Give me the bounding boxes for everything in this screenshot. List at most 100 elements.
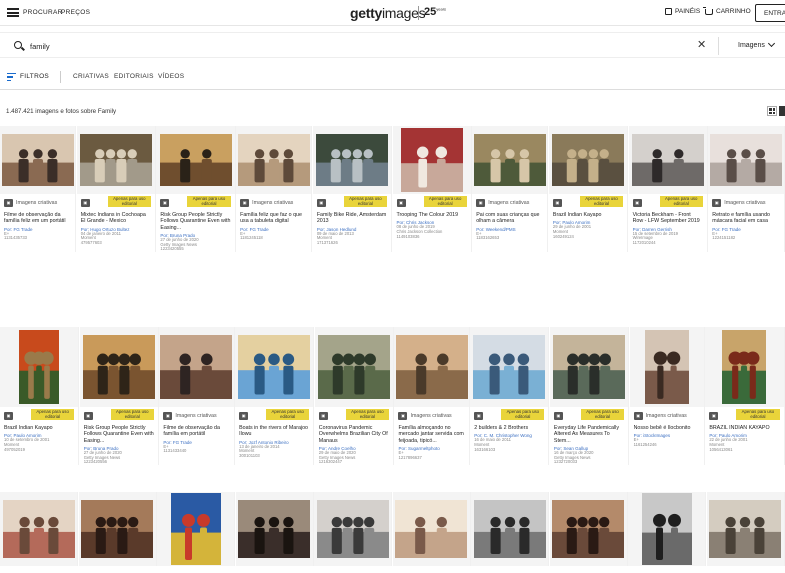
image-card[interactable]: [314, 492, 392, 566]
image-title[interactable]: Brazil Indian Kayapo: [4, 425, 74, 431]
image-thumbnail[interactable]: [549, 492, 627, 566]
cart-link[interactable]: CARRINHO: [703, 6, 751, 15]
menu-icon[interactable]: [7, 8, 19, 17]
image-card[interactable]: [157, 492, 235, 566]
chevron-down-icon[interactable]: [767, 39, 776, 48]
image-card[interactable]: ▣ Imagens criativas Pai com suas crianças …: [472, 126, 549, 253]
grid-view-icon[interactable]: [767, 106, 777, 116]
image-title[interactable]: Boats in the rivers of Marajoo Ilowu: [239, 425, 309, 438]
image-title[interactable]: Família almoçando no mercado jantar serv…: [398, 425, 464, 444]
image-card[interactable]: ▣ Apenas para uso editorial Brazil Indian …: [548, 126, 629, 253]
image-thumbnail[interactable]: [472, 126, 548, 194]
image-thumbnail[interactable]: [706, 492, 784, 566]
nav-link-procurar[interactable]: PROCURAR: [23, 9, 63, 16]
tab-editoriais[interactable]: EDITORIAIS: [114, 73, 154, 80]
image-card[interactable]: [78, 492, 157, 566]
image-card[interactable]: ▣ Imagens criativas Filme de observação da…: [0, 126, 77, 253]
image-title[interactable]: Victoria Beckham - Front Row - LFW Septe…: [633, 212, 703, 225]
image-card[interactable]: ▣ Imagens criativas Nosso bebê é Ilocbonit…: [629, 327, 705, 466]
image-thumbnail[interactable]: [471, 492, 548, 566]
image-title[interactable]: Brazil Indian Kayapo: [553, 212, 623, 218]
image-card[interactable]: [706, 492, 785, 566]
image-thumbnail[interactable]: [0, 327, 79, 407]
image-title[interactable]: Retrato e família usando máscara facial …: [712, 212, 779, 225]
image-thumbnail[interactable]: [159, 327, 234, 407]
image-card[interactable]: [628, 492, 706, 566]
image-thumbnail[interactable]: [157, 492, 234, 566]
gettyimages-logo[interactable]: gettyimages: [350, 5, 426, 21]
image-thumbnail[interactable]: [708, 126, 784, 194]
tab-criativas[interactable]: CRIATIVAS: [73, 73, 109, 80]
image-thumbnail[interactable]: [236, 126, 312, 194]
image-thumbnail[interactable]: [314, 327, 393, 407]
image-thumbnail[interactable]: [79, 327, 158, 407]
image-card[interactable]: [549, 492, 628, 566]
image-title[interactable]: Mixtec Indians in Cochoapa El Grande - M…: [81, 212, 151, 225]
image-title[interactable]: Trooping The Colour 2019: [397, 212, 467, 218]
image-card[interactable]: ▣ Apenas para uso editorial 2 builders & 2…: [470, 327, 550, 466]
image-card[interactable]: ▣ Imagens criativas Retrato e família usan…: [708, 126, 785, 253]
image-title[interactable]: BRAZIL INDIAN KAYAPO: [709, 425, 779, 431]
image-title[interactable]: Risk Group People Strictly Follows Quara…: [84, 425, 154, 444]
image-thumbnail[interactable]: [312, 126, 391, 194]
image-title[interactable]: 2 builders & 2 Brothers: [474, 425, 544, 431]
image-card[interactable]: ▣ Apenas para uso editorial Victoria Beckh…: [628, 126, 708, 253]
image-thumbnail[interactable]: [548, 126, 628, 194]
login-button[interactable]: ENTRAR: [755, 4, 785, 22]
image-card[interactable]: ▣ Apenas para uso editorial Mixtec Indians…: [76, 126, 156, 253]
filter-icon[interactable]: [7, 73, 16, 81]
image-title[interactable]: Coronavirus Pandemic Overwhelms Brazilia…: [319, 425, 389, 444]
image-thumbnail[interactable]: [76, 126, 155, 194]
image-thumbnail[interactable]: [629, 327, 704, 407]
image-card[interactable]: ▣ Apenas para uso editorial Risk Group Peo…: [79, 327, 159, 466]
media-type-select[interactable]: Imagens: [738, 42, 765, 49]
filters-button[interactable]: FILTROS: [20, 73, 49, 80]
image-card[interactable]: ▣ Apenas para uso editorial Coronavirus Pa…: [314, 327, 394, 466]
image-card[interactable]: ▣ Apenas para uso editorial Family Bike Ri…: [312, 126, 392, 253]
clear-search-icon[interactable]: ✕: [697, 38, 706, 51]
image-thumbnail[interactable]: [628, 492, 705, 566]
nav-link-precos[interactable]: PREÇOS: [61, 9, 90, 16]
image-card[interactable]: ▣ Apenas para uso editorial Risk Group Peo…: [156, 126, 236, 253]
image-title[interactable]: Everyday Life Pandemically Altered As Me…: [554, 425, 624, 444]
image-title[interactable]: Filme de observação da família em portát…: [163, 425, 229, 438]
image-title[interactable]: Risk Group People Strictly Follows Quara…: [160, 212, 230, 231]
image-thumbnail[interactable]: [156, 126, 235, 194]
image-card[interactable]: [235, 492, 314, 566]
image-card[interactable]: [471, 492, 549, 566]
search-icon[interactable]: [14, 41, 22, 49]
image-thumbnail[interactable]: [235, 327, 314, 407]
image-title[interactable]: Família feliz que faz o que usa a tabule…: [240, 212, 307, 225]
image-card[interactable]: ▣ Imagens criativas Família feliz que faz …: [236, 126, 313, 253]
image-title[interactable]: Filme de observação da família feliz em …: [4, 212, 71, 225]
image-thumbnail[interactable]: [78, 492, 156, 566]
image-thumbnail[interactable]: [0, 492, 77, 566]
image-thumbnail[interactable]: [394, 327, 469, 407]
list-view-icon[interactable]: [779, 106, 785, 116]
top-bar: PROCURAR PREÇOS gettyimages 25years PAIN…: [0, 0, 785, 26]
image-title[interactable]: Pai com suas crianças que olham a câmera: [476, 212, 543, 225]
image-card[interactable]: ▣ Apenas para uso editorial Everyday Life …: [549, 327, 630, 466]
image-title[interactable]: Family Bike Ride, Amsterdam 2013: [317, 212, 387, 225]
image-thumbnail[interactable]: [392, 126, 471, 194]
tab-videos[interactable]: VÍDEOS: [158, 73, 184, 80]
image-thumbnail[interactable]: [392, 492, 470, 566]
image-card[interactable]: ▣ Imagens criativas Filme de observação da…: [159, 327, 235, 466]
image-card[interactable]: ▣ Apenas para uso editorial BRAZIL INDIAN …: [705, 327, 785, 466]
image-thumbnail[interactable]: [705, 327, 784, 407]
image-card[interactable]: ▣ Apenas para uso editorial Boats in the r…: [235, 327, 315, 466]
image-thumbnail[interactable]: [0, 126, 76, 194]
image-card[interactable]: ▣ Apenas para uso editorial Brazil Indian …: [0, 327, 80, 466]
image-card[interactable]: ▣ Imagens criativas Família almoçando no m…: [394, 327, 470, 466]
image-thumbnail[interactable]: [235, 492, 313, 566]
image-thumbnail[interactable]: [314, 492, 391, 566]
image-title[interactable]: Nosso bebê é Ilocbonito: [634, 425, 700, 431]
image-thumbnail[interactable]: [628, 126, 707, 194]
image-thumbnail[interactable]: [470, 327, 549, 407]
image-card[interactable]: ▣ Apenas para uso editorial Trooping The C…: [392, 126, 472, 253]
boards-link[interactable]: PAINÉIS: [665, 8, 700, 15]
image-thumbnail[interactable]: [549, 327, 629, 407]
image-card[interactable]: [0, 492, 78, 566]
search-input[interactable]: [30, 40, 430, 52]
image-card[interactable]: [392, 492, 471, 566]
